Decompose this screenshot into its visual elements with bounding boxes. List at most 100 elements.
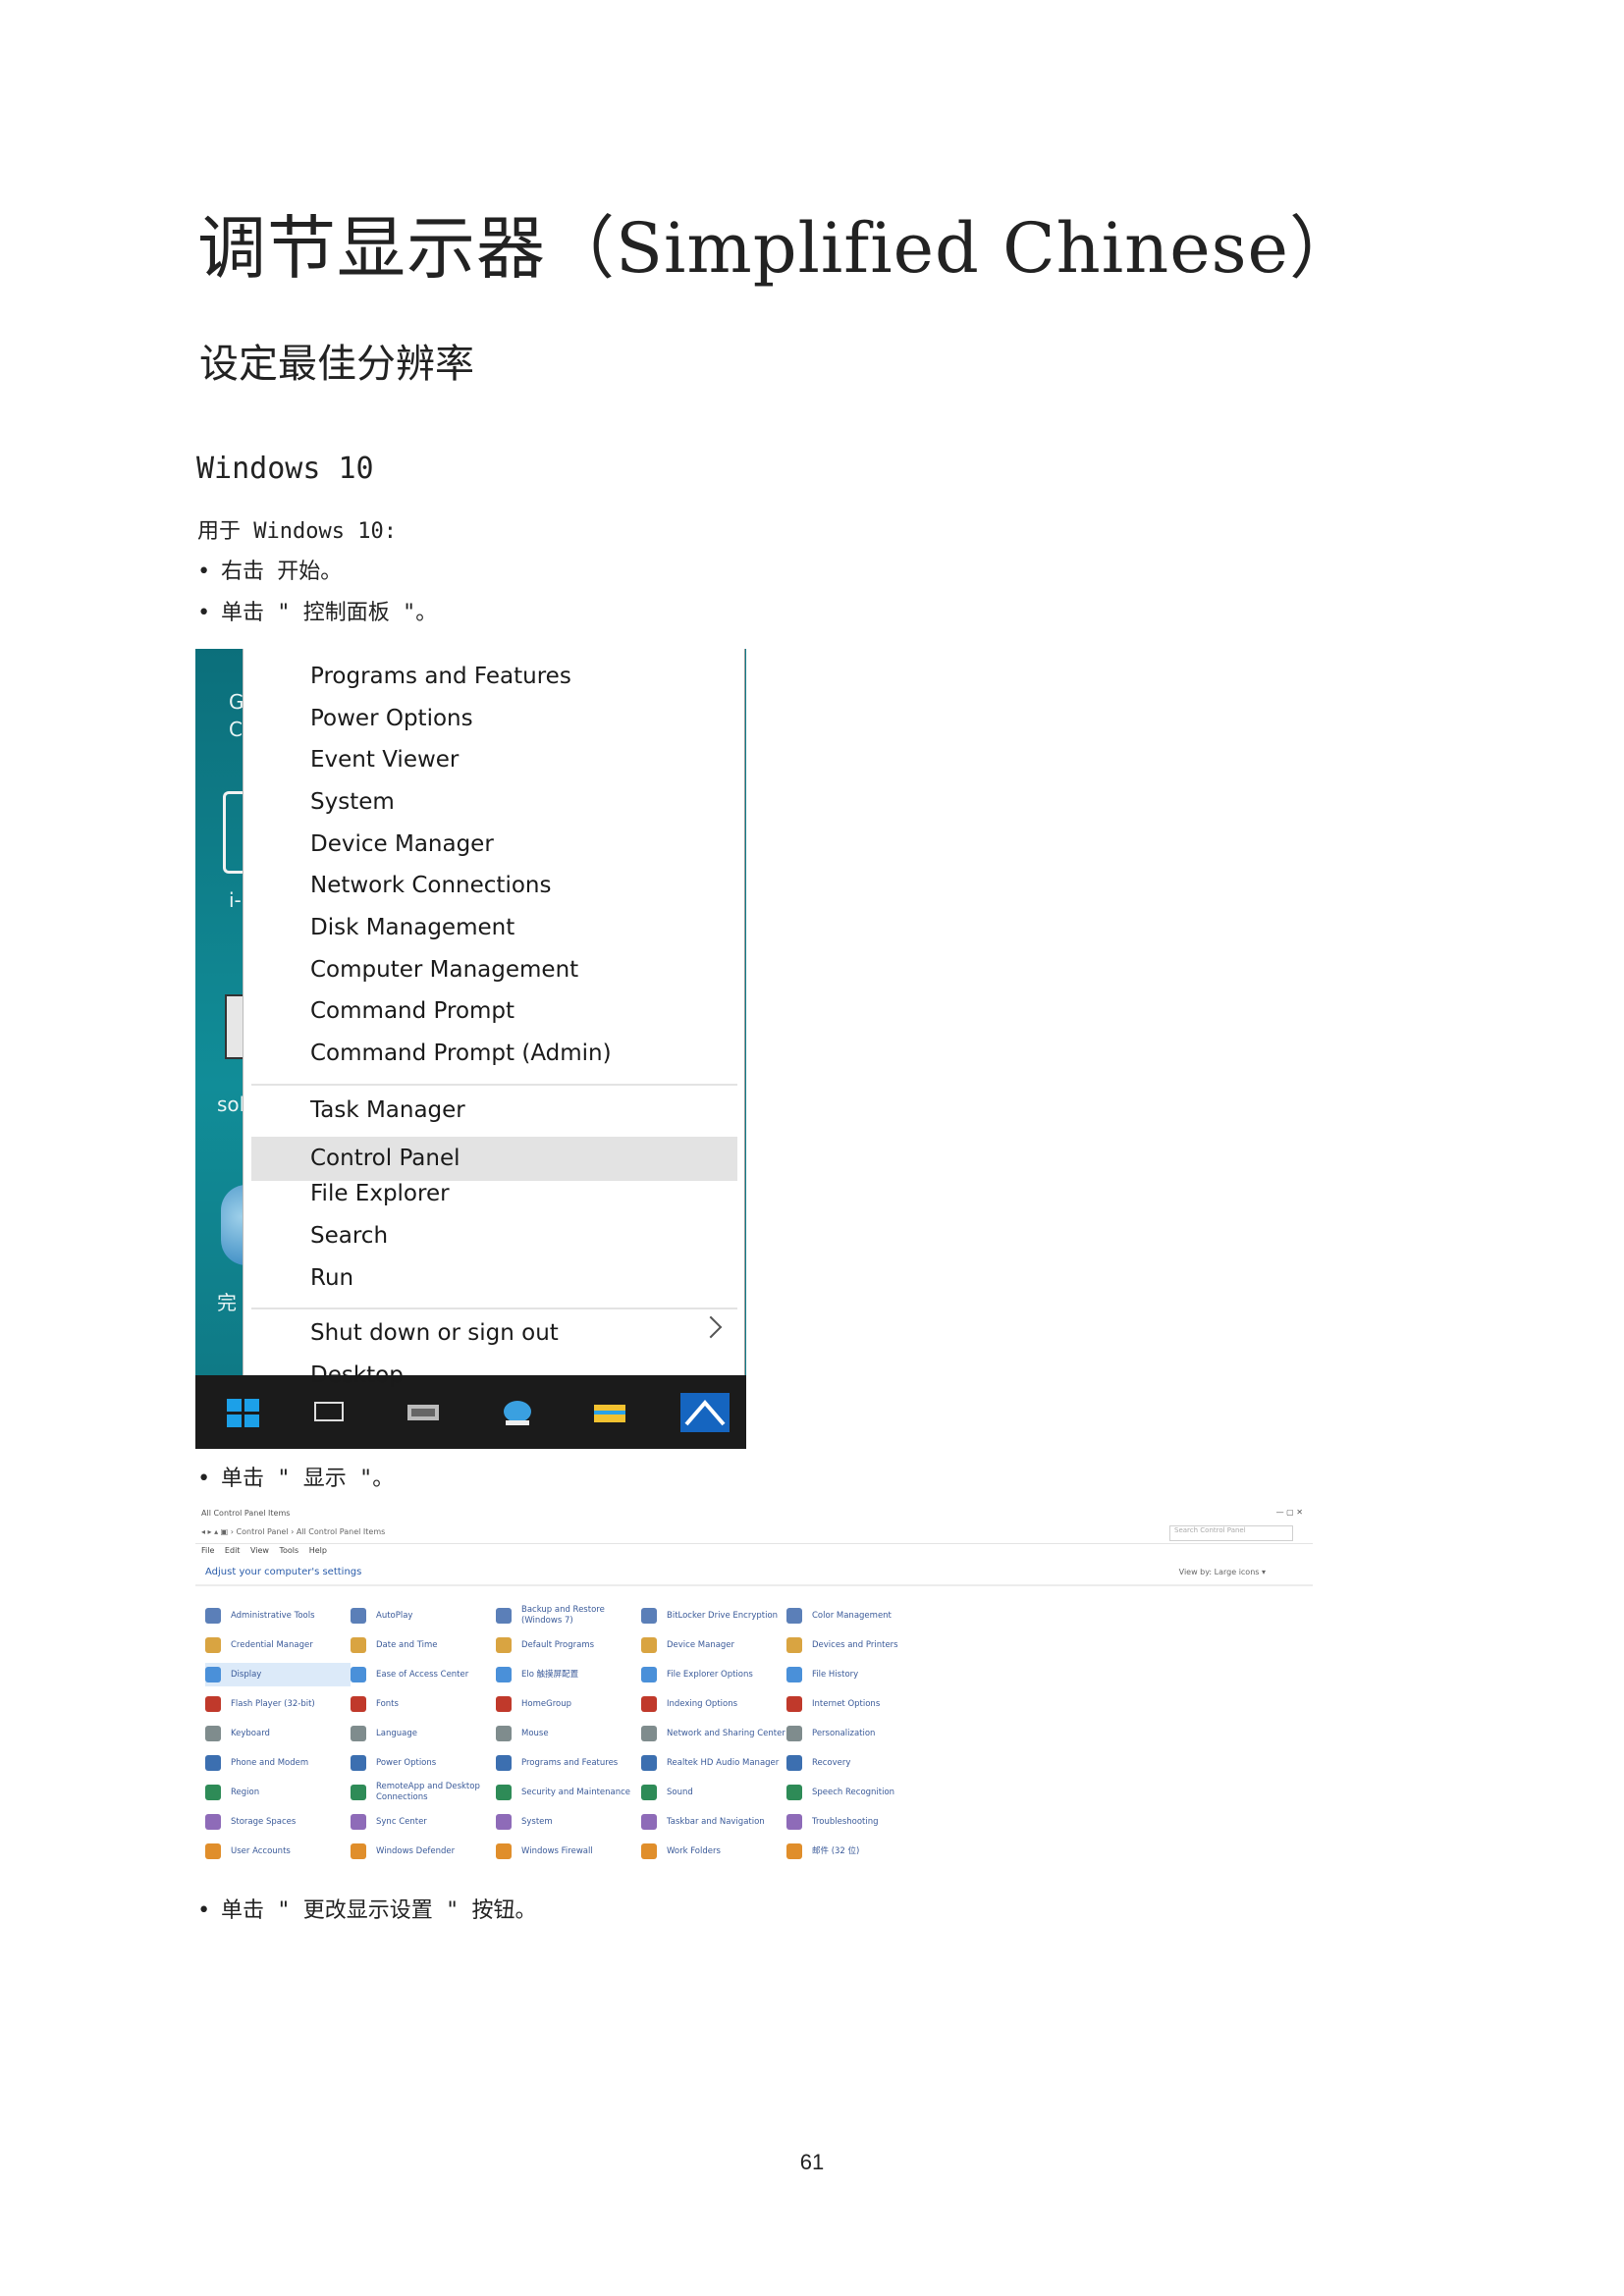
control-panel-item-icon [351, 1843, 366, 1859]
menu-item-control-panel[interactable]: Control Panel [310, 1137, 460, 1181]
menu-item-search[interactable]: Search [310, 1221, 388, 1251]
control-panel-item[interactable]: Work Folders [641, 1840, 786, 1863]
control-panel-item-icon [786, 1726, 802, 1741]
control-panel-item[interactable]: Power Options [351, 1751, 496, 1775]
window-titlebar: All Control Panel Items — ▢ ✕ [195, 1506, 1313, 1522]
menu-item-device-manager[interactable]: Device Manager [310, 829, 494, 859]
control-panel-item[interactable]: Windows Firewall [496, 1840, 641, 1863]
control-panel-item-label: Troubleshooting [812, 1816, 879, 1827]
control-panel-item[interactable]: Fonts [351, 1692, 496, 1716]
step-text: 单击 " 控制面板 "。 [221, 601, 438, 625]
control-panel-item[interactable]: Speech Recognition [786, 1781, 932, 1804]
control-panel-item[interactable]: Elo 触摸屏配置 [496, 1663, 641, 1686]
control-panel-item-icon [351, 1814, 366, 1830]
network-icon[interactable] [500, 1397, 535, 1426]
control-panel-item-label: File Explorer Options [667, 1669, 753, 1680]
menu-item-disk-management[interactable]: Disk Management [310, 913, 514, 942]
control-panel-item[interactable]: Credential Manager [205, 1633, 351, 1657]
control-panel-item[interactable]: Taskbar and Navigation [641, 1810, 786, 1834]
control-panel-item[interactable]: Personalization [786, 1722, 932, 1745]
control-panel-item[interactable]: Programs and Features [496, 1751, 641, 1775]
control-panel-item[interactable]: Phone and Modem [205, 1751, 351, 1775]
chevron-up-icon[interactable] [680, 1393, 730, 1432]
control-panel-item[interactable]: Region [205, 1781, 351, 1804]
control-panel-item-label: Speech Recognition [812, 1787, 895, 1797]
control-panel-item[interactable]: Devices and Printers [786, 1633, 932, 1657]
control-panel-item[interactable]: Troubleshooting [786, 1810, 932, 1834]
control-panel-item-label: Work Folders [667, 1845, 721, 1856]
menu-bar[interactable]: File Edit View Tools Help [201, 1546, 327, 1555]
menu-item-event-viewer[interactable]: Event Viewer [310, 745, 459, 774]
control-panel-item-icon [205, 1843, 221, 1859]
chevron-right-icon [699, 1315, 723, 1339]
menu-item-command-prompt-admin[interactable]: Command Prompt (Admin) [310, 1039, 612, 1068]
control-panel-item-label: Network and Sharing Center [667, 1728, 785, 1738]
view-by-dropdown[interactable]: View by: Large icons ▾ [1179, 1568, 1266, 1576]
search-input[interactable]: Search Control Panel [1169, 1525, 1293, 1541]
breadcrumb[interactable]: ◂ ▸ ▴ ▣ › Control Panel › All Control Pa… [201, 1527, 385, 1536]
control-panel-item[interactable]: Backup and Restore (Windows 7) [496, 1604, 641, 1628]
control-panel-item[interactable]: HomeGroup [496, 1692, 641, 1716]
control-panel-item[interactable]: Device Manager [641, 1633, 786, 1657]
menu-item-file-explorer[interactable]: File Explorer [310, 1179, 450, 1208]
start-button-icon[interactable] [227, 1399, 260, 1428]
page-number: 61 [799, 2150, 825, 2174]
control-panel-item[interactable]: Recovery [786, 1751, 932, 1775]
calculator-icon[interactable] [406, 1397, 441, 1426]
control-panel-item[interactable]: Date and Time [351, 1633, 496, 1657]
control-panel-item[interactable]: Security and Maintenance [496, 1781, 641, 1804]
control-panel-item[interactable]: Realtek HD Audio Manager [641, 1751, 786, 1775]
control-panel-item-icon [351, 1696, 366, 1712]
control-panel-item[interactable]: Default Programs [496, 1633, 641, 1657]
section-title: 设定最佳分辨率 [199, 342, 474, 387]
control-panel-item[interactable]: Keyboard [205, 1722, 351, 1745]
control-panel-item[interactable]: Network and Sharing Center [641, 1722, 786, 1745]
menu-item-computer-management[interactable]: Computer Management [310, 955, 578, 985]
control-panel-item[interactable]: RemoteApp and Desktop Connections [351, 1781, 496, 1804]
task-view-icon[interactable] [311, 1397, 347, 1426]
control-panel-item[interactable]: Internet Options [786, 1692, 932, 1716]
control-panel-item[interactable]: 邮件 (32 位) [786, 1840, 932, 1863]
control-panel-item[interactable]: Ease of Access Center [351, 1663, 496, 1686]
menu-item-power-options[interactable]: Power Options [310, 704, 473, 733]
control-panel-item[interactable]: Language [351, 1722, 496, 1745]
control-panel-item[interactable]: BitLocker Drive Encryption [641, 1604, 786, 1628]
intro-text: 用于 Windows 10: [197, 519, 397, 544]
file-explorer-icon[interactable] [592, 1397, 627, 1426]
control-panel-item-icon [496, 1755, 512, 1771]
control-panel-item[interactable]: Indexing Options [641, 1692, 786, 1716]
menu-item-command-prompt[interactable]: Command Prompt [310, 996, 514, 1026]
control-panel-item[interactable]: Flash Player (32-bit) [205, 1692, 351, 1716]
control-panel-item[interactable]: File Explorer Options [641, 1663, 786, 1686]
control-panel-item[interactable]: AutoPlay [351, 1604, 496, 1628]
menu-item-programs-and-features[interactable]: Programs and Features [310, 662, 571, 691]
menu-item-shut-down[interactable]: Shut down or sign out [310, 1318, 559, 1348]
control-panel-item-label: File History [812, 1669, 859, 1680]
control-panel-item[interactable]: File History [786, 1663, 932, 1686]
control-panel-item-icon [641, 1637, 657, 1653]
control-panel-item[interactable]: Mouse [496, 1722, 641, 1745]
control-panel-item[interactable]: Administrative Tools [205, 1604, 351, 1628]
control-panel-item[interactable]: Sound [641, 1781, 786, 1804]
control-panel-item-label: Realtek HD Audio Manager [667, 1757, 780, 1768]
control-panel-item-label: System [521, 1816, 553, 1827]
control-panel-item-label: Mouse [521, 1728, 549, 1738]
control-panel-item-icon [786, 1755, 802, 1771]
bullet: • [197, 601, 211, 625]
menu-item-network-connections[interactable]: Network Connections [310, 871, 551, 900]
control-panel-item-icon [351, 1667, 366, 1682]
menu-item-system[interactable]: System [310, 787, 395, 817]
menu-item-run[interactable]: Run [310, 1263, 353, 1293]
control-panel-item[interactable]: User Accounts [205, 1840, 351, 1863]
control-panel-item[interactable]: Display [205, 1663, 351, 1686]
menu-item-task-manager[interactable]: Task Manager [310, 1095, 465, 1125]
control-panel-item[interactable]: System [496, 1810, 641, 1834]
control-panel-item[interactable]: Color Management [786, 1604, 932, 1628]
control-panel-item[interactable]: Windows Defender [351, 1840, 496, 1863]
control-panel-item[interactable]: Sync Center [351, 1810, 496, 1834]
control-panel-item-label: Display [231, 1669, 262, 1680]
control-panel-item[interactable]: Storage Spaces [205, 1810, 351, 1834]
control-panel-screenshot: All Control Panel Items — ▢ ✕ ◂ ▸ ▴ ▣ › … [195, 1506, 1313, 1879]
menu-item-desktop[interactable]: Desktop [310, 1361, 404, 1390]
window-controls[interactable]: — ▢ ✕ [1276, 1508, 1303, 1517]
